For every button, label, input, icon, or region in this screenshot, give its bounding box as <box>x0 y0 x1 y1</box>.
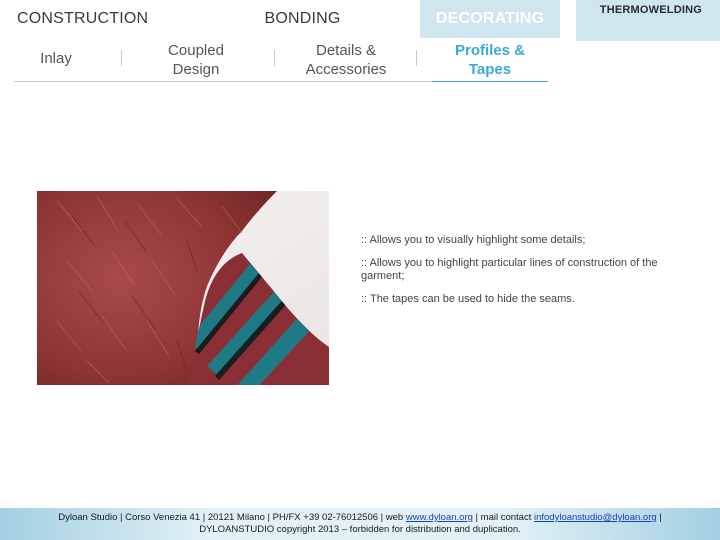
subnav-details-label-line1: Details & <box>315 42 377 59</box>
subnav-item-coupled-design[interactable]: Coupled Design <box>150 41 242 79</box>
subnav-profiles-label-line2: Tapes <box>468 61 512 78</box>
subnav-details-label-line2: Accessories <box>305 61 387 78</box>
feature-item: :: Allows you to visually highlight some… <box>361 234 586 246</box>
subnav-item-details-accessories[interactable]: Details & Accessories <box>290 41 402 79</box>
fur-tape-illustration <box>37 191 329 385</box>
tab-thermowelding-label: THERMOWELDING <box>599 4 702 16</box>
subnav-profiles-label-line1: Profiles & <box>454 42 526 59</box>
feature-item: :: The tapes can be used to hide the sea… <box>361 293 575 305</box>
footer-end: | <box>656 512 662 523</box>
footer-web-link[interactable]: www.dyloan.org <box>406 512 473 523</box>
subnav-underline <box>14 81 434 82</box>
footer-mail-label: | mail contact <box>472 512 534 523</box>
footer-mail-link[interactable]: infodyloanstudio@dyloan.org <box>534 512 657 523</box>
subnav-item-profiles-tapes[interactable]: Profiles & Tapes <box>432 41 548 79</box>
product-photo <box>37 191 329 385</box>
footer: Dyloan Studio | Corso Venezia 41 | 20121… <box>0 508 720 540</box>
feature-list: :: Allows you to visually highlight some… <box>361 234 671 316</box>
subnav-separator <box>274 50 275 66</box>
tab-construction[interactable]: CONSTRUCTION <box>0 0 200 38</box>
tab-decorating[interactable]: DECORATING <box>420 0 560 38</box>
footer-address: Dyloan Studio | Corso Venezia 41 | 20121… <box>58 512 406 523</box>
subnav-separator <box>416 50 417 66</box>
tab-construction-label: CONSTRUCTION <box>17 10 149 27</box>
tab-thermowelding[interactable]: THERMOWELDING <box>576 0 720 41</box>
tab-decorating-label: DECORATING <box>435 10 545 27</box>
footer-copyright: DYLOANSTUDIO copyright 2013 – forbidden … <box>199 524 521 535</box>
subnav-item-inlay[interactable]: Inlay <box>20 49 92 68</box>
subnav-inlay-label: Inlay <box>40 50 72 67</box>
tab-bonding-label: BONDING <box>264 10 341 27</box>
footer-line-1: Dyloan Studio | Corso Venezia 41 | 20121… <box>0 512 720 524</box>
subnav-coupled-label-line2: Design <box>172 61 220 78</box>
subnav-separator <box>121 50 122 66</box>
subnav-active-underline <box>432 81 548 82</box>
subnav-coupled-label-line1: Coupled <box>168 42 224 59</box>
feature-item: :: Allows you to highlight particular li… <box>361 257 658 282</box>
tab-bonding[interactable]: BONDING <box>200 0 405 38</box>
